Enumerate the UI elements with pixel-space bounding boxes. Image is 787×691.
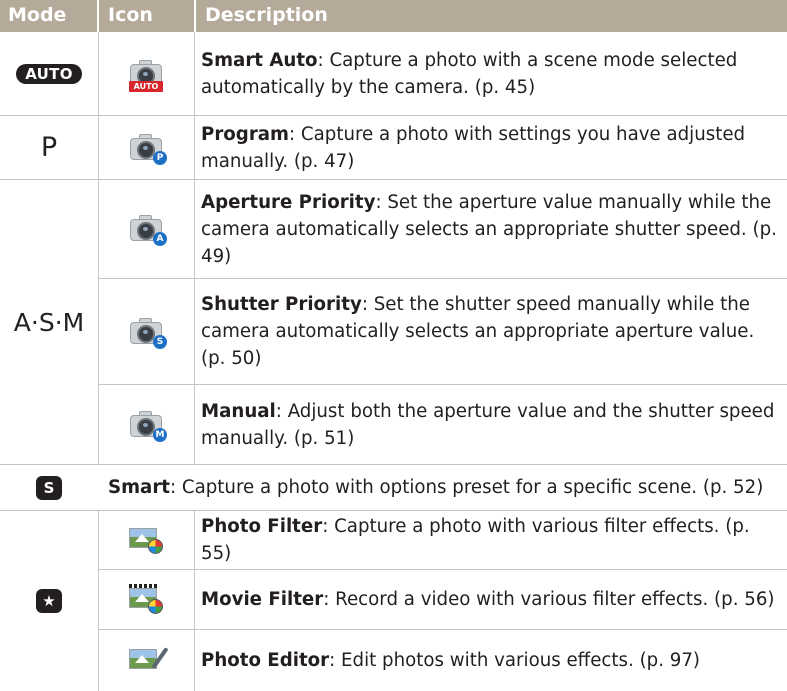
- description-cell: Aperture Priority: Set the aperture valu…: [195, 180, 787, 278]
- shutter-priority-camera-icon: S: [128, 317, 167, 349]
- description-text: Manual: Adjust both the aperture value a…: [201, 398, 783, 452]
- description-body: : Edit photos with various effects. (p. …: [329, 650, 701, 671]
- icon-cell: [98, 511, 194, 569]
- description-cell: Manual: Adjust both the aperture value a…: [195, 385, 787, 464]
- star-camera-mode-icon: ★: [36, 589, 62, 613]
- photo-filter-icon: [129, 528, 163, 554]
- description-title: Movie Filter: [201, 589, 324, 610]
- icon-cell: A: [98, 180, 194, 278]
- program-camera-icon: P: [128, 133, 167, 165]
- description-text: Shutter Priority: Set the shutter speed …: [201, 291, 783, 372]
- header-separator: [194, 0, 196, 32]
- description-title: Smart: [108, 477, 170, 498]
- description-cell: Photo Filter: Capture a photo with vario…: [195, 511, 787, 569]
- description-text: Aperture Priority: Set the aperture valu…: [201, 189, 783, 270]
- description-text: Smart Auto: Capture a photo with a scene…: [201, 47, 783, 101]
- mode-cell-p: P: [0, 116, 98, 179]
- movie-filter-icon: [129, 583, 163, 614]
- description-title: Manual: [201, 400, 276, 422]
- table-header: Mode Icon Description: [0, 0, 787, 32]
- description-text: Smart: Capture a photo with options pres…: [108, 474, 763, 501]
- header-description: Description: [205, 4, 328, 26]
- description-cell: Program: Capture a photo with settings y…: [195, 116, 787, 179]
- mode-cell-creative: ★: [0, 511, 98, 691]
- description-text: Photo Editor: Edit photos with various e…: [201, 647, 700, 674]
- manual-camera-icon: M: [128, 410, 167, 442]
- description-cell: Smart Auto: Capture a photo with a scene…: [195, 32, 787, 115]
- description-body: : Adjust both the aperture value and the…: [201, 400, 775, 449]
- header-separator: [97, 0, 99, 32]
- icon-cell: [98, 630, 194, 691]
- smart-auto-camera-icon: AUTO: [128, 59, 164, 92]
- photo-editor-icon: [129, 646, 169, 673]
- icon-cell: [98, 570, 194, 629]
- description-title: Photo Editor: [201, 650, 330, 671]
- description-text: Photo Filter: Capture a photo with vario…: [201, 513, 783, 567]
- description-text: Movie Filter: Record a video with variou…: [201, 586, 775, 613]
- icon-cell: AUTO: [98, 32, 194, 115]
- description-title: Shutter Priority: [201, 294, 362, 315]
- header-icon: Icon: [108, 4, 153, 26]
- auto-mode-icon: AUTO: [16, 63, 82, 84]
- mode-cell-asm: A·S·M: [0, 180, 98, 464]
- program-mode-icon: P: [40, 132, 58, 163]
- description-cell: Smart: Capture a photo with options pres…: [98, 465, 787, 510]
- smart-mode-icon: S: [36, 475, 62, 500]
- description-cell: Photo Editor: Edit photos with various e…: [195, 630, 787, 691]
- description-title: Aperture Priority: [201, 191, 376, 213]
- icon-cell: S: [98, 279, 194, 384]
- description-body: : Record a video with various filter eff…: [323, 589, 775, 610]
- mode-cell-smart: S: [0, 465, 98, 510]
- description-body: : Capture a photo with options preset fo…: [170, 477, 764, 498]
- description-cell: Movie Filter: Record a video with variou…: [195, 570, 787, 629]
- description-title: Program: [201, 123, 290, 145]
- aperture-priority-camera-icon: A: [128, 214, 167, 246]
- icon-cell: P: [98, 116, 194, 179]
- description-text: Program: Capture a photo with settings y…: [201, 121, 783, 175]
- description-title: Photo Filter: [201, 516, 323, 537]
- header-mode: Mode: [8, 4, 67, 26]
- icon-cell: M: [98, 385, 194, 464]
- description-cell: Shutter Priority: Set the shutter speed …: [195, 279, 787, 384]
- asm-mode-icon: A·S·M: [13, 307, 85, 337]
- description-title: Smart Auto: [201, 49, 318, 71]
- mode-cell-auto: AUTO: [0, 32, 98, 115]
